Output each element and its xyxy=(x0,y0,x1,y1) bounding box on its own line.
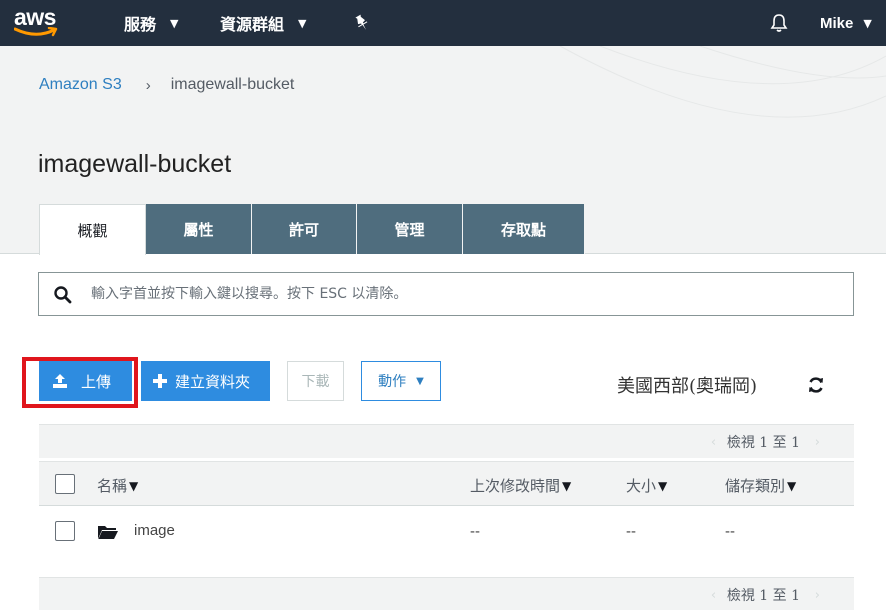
upload-icon xyxy=(53,374,67,388)
chevron-down-icon: ▼ xyxy=(298,16,307,30)
region-label: 美國西部(奧瑞岡) xyxy=(617,376,758,397)
tab-bar: 概觀 屬性 許可 管理 存取點 xyxy=(39,204,585,255)
bell-icon[interactable] xyxy=(769,0,789,46)
user-name: Mike xyxy=(820,14,854,32)
services-label: 服務 xyxy=(124,15,157,34)
folder-name-link[interactable]: image xyxy=(134,522,175,539)
next-page-button[interactable]: › xyxy=(815,435,820,450)
breadcrumb: Amazon S3 › imagewall-bucket xyxy=(39,76,294,94)
pager-bar-bottom: ‹ 檢視 1 至 1 › xyxy=(39,577,854,610)
column-header-storage-class[interactable]: 儲存類別 ▼ xyxy=(725,475,796,496)
download-button[interactable]: 下載 xyxy=(287,361,344,401)
create-folder-button[interactable]: 建立資料夾 xyxy=(141,361,270,401)
pager-bar-top: ‹ 檢視 1 至 1 › xyxy=(39,424,854,458)
next-page-button[interactable]: › xyxy=(815,588,820,603)
pager: ‹ 檢視 1 至 1 › xyxy=(711,432,820,452)
create-folder-label: 建立資料夾 xyxy=(175,372,251,391)
column-header-name[interactable]: 名稱 ▼ xyxy=(97,475,138,496)
storage-class-value: -- xyxy=(725,523,735,540)
resource-groups-label: 資源群組 xyxy=(220,15,285,34)
tab-overview[interactable]: 概觀 xyxy=(39,204,146,255)
chevron-down-icon: ▼ xyxy=(170,16,179,30)
user-menu[interactable]: Mike ▼ xyxy=(820,0,872,46)
top-navigation-bar: aws 服務 ▼ 資源群組 ▼ Mike ▼ xyxy=(0,0,886,46)
column-size-label: 大小 xyxy=(626,477,657,495)
chevron-down-icon: ▼ xyxy=(416,375,424,387)
upload-label: 上傳 xyxy=(81,372,112,391)
search-box xyxy=(38,272,854,316)
prev-page-button[interactable]: ‹ xyxy=(711,588,716,603)
tab-properties[interactable]: 屬性 xyxy=(146,204,252,254)
chevron-down-icon: ▼ xyxy=(863,16,872,30)
resource-groups-menu[interactable]: 資源群組 ▼ xyxy=(220,0,306,46)
tab-access-points[interactable]: 存取點 xyxy=(463,204,585,254)
table-row: image -- -- -- xyxy=(39,507,854,555)
chevron-right-icon: › xyxy=(145,76,151,94)
search-input[interactable] xyxy=(91,283,831,305)
tab-permissions[interactable]: 許可 xyxy=(252,204,357,254)
breadcrumb-link-amazon-s3[interactable]: Amazon S3 xyxy=(39,76,122,94)
last-modified-value: -- xyxy=(470,523,480,540)
column-modified-label: 上次修改時間 xyxy=(470,477,561,495)
aws-logo-text: aws xyxy=(14,4,56,30)
row-checkbox[interactable] xyxy=(55,521,75,541)
select-all-checkbox[interactable] xyxy=(55,474,75,494)
actions-label: 動作 xyxy=(378,374,407,390)
page-title: imagewall-bucket xyxy=(38,150,232,178)
plus-icon xyxy=(153,374,167,388)
search-icon xyxy=(54,286,72,304)
breadcrumb-current: imagewall-bucket xyxy=(170,76,295,93)
prev-page-button[interactable]: ‹ xyxy=(711,435,716,450)
size-value: -- xyxy=(626,523,636,540)
services-menu[interactable]: 服務 ▼ xyxy=(124,0,178,46)
column-class-label: 儲存類別 xyxy=(725,477,786,495)
tab-management[interactable]: 管理 xyxy=(357,204,463,254)
folder-icon xyxy=(98,526,118,539)
pager-text: 檢視 1 至 1 xyxy=(726,435,800,451)
aws-logo[interactable]: aws xyxy=(14,6,64,40)
aws-smile-icon xyxy=(14,27,58,37)
pager-text: 檢視 1 至 1 xyxy=(726,588,800,604)
pager: ‹ 檢視 1 至 1 › xyxy=(711,585,820,605)
column-header-last-modified[interactable]: 上次修改時間 ▼ xyxy=(470,475,571,496)
refresh-icon[interactable] xyxy=(806,375,826,395)
sort-down-icon: ▼ xyxy=(129,478,139,493)
sort-down-icon: ▼ xyxy=(658,478,668,493)
upload-button[interactable]: 上傳 xyxy=(39,361,132,401)
column-name-label: 名稱 xyxy=(97,477,128,495)
sort-down-icon: ▼ xyxy=(562,478,572,493)
pin-icon[interactable] xyxy=(354,0,370,46)
column-header-size[interactable]: 大小 ▼ xyxy=(626,475,667,496)
table-header: 名稱 ▼ 上次修改時間 ▼ 大小 ▼ 儲存類別 ▼ xyxy=(39,461,854,506)
actions-dropdown[interactable]: 動作 ▼ xyxy=(361,361,441,401)
sort-down-icon: ▼ xyxy=(787,478,797,493)
